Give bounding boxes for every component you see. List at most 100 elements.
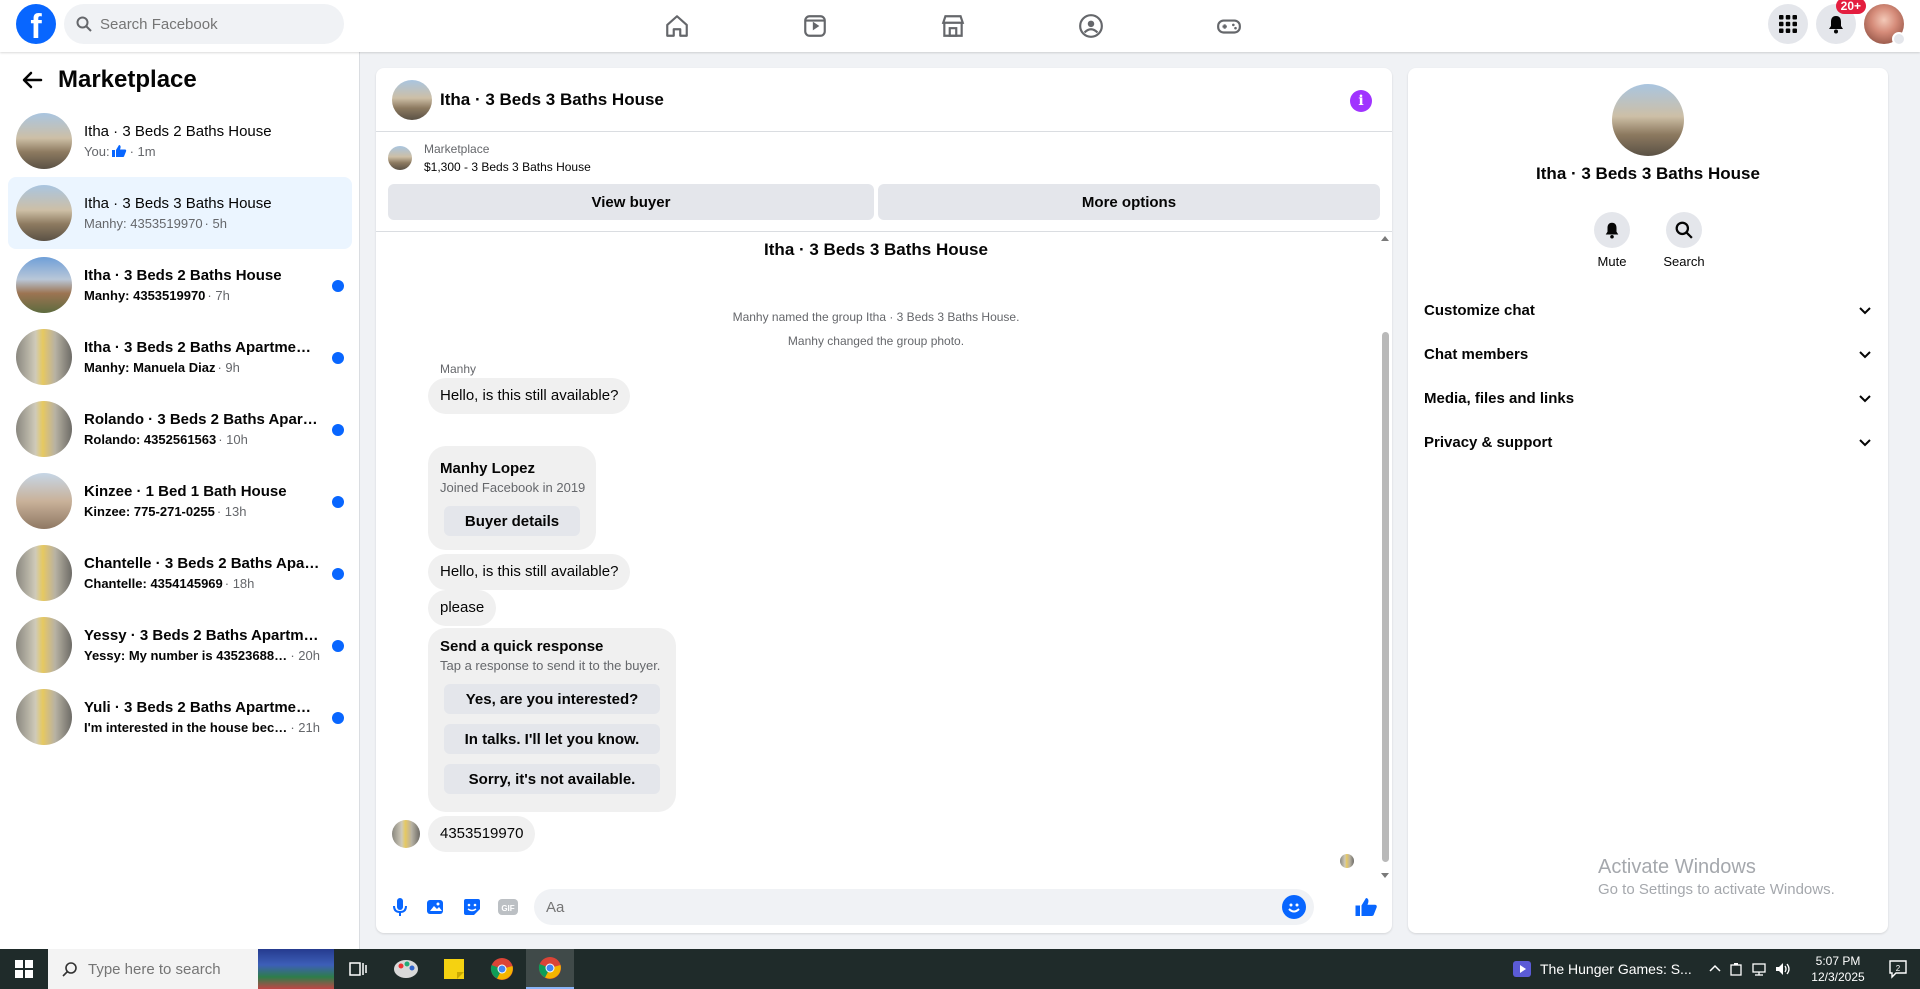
buyer-details-button[interactable]: Buyer details	[444, 506, 580, 536]
taskbar-app-chrome-active[interactable]	[526, 949, 574, 989]
buyer-name: Manhy Lopez	[440, 460, 536, 477]
video-icon	[1513, 961, 1531, 977]
quick-response-option[interactable]: In talks. I'll let you know.	[444, 724, 660, 754]
back-button[interactable]	[16, 64, 48, 96]
attach-photo-button[interactable]	[418, 889, 454, 925]
taskbar-app-paint[interactable]	[382, 949, 430, 989]
message-bubble[interactable]: 4353519970	[428, 816, 536, 852]
taskbar-clock[interactable]: 5:07 PM 12/3/2025	[1802, 953, 1874, 985]
taskbar-search[interactable]	[48, 949, 258, 989]
conversation-item[interactable]: Itha · 3 Beds 2 Baths House Manhy: 43535…	[8, 249, 352, 321]
section-label: Customize chat	[1424, 301, 1535, 319]
taskbar-app-chrome[interactable]	[478, 949, 526, 989]
taskbar-search-input[interactable]	[88, 960, 248, 978]
emoji-icon[interactable]	[1282, 895, 1306, 919]
conversation-avatar	[16, 185, 72, 241]
info-icon[interactable]: i	[1350, 90, 1372, 112]
nav-home[interactable]	[608, 0, 746, 52]
conversation-preview: Yessy: My number is 4352368809... · 20h	[84, 648, 320, 663]
chevron-down-icon	[1859, 307, 1871, 315]
message-scrollbar[interactable]	[1380, 232, 1390, 882]
chat-title[interactable]: Itha · 3 Beds 3 Baths House	[440, 90, 664, 110]
conversation-preview: Manhy: Manuela Diaz · 9h	[84, 360, 320, 375]
group-avatar[interactable]	[1612, 84, 1684, 156]
send-like-button[interactable]	[1348, 889, 1384, 925]
conversation-preview: You: · 1m	[84, 144, 320, 159]
mute-button[interactable]: Mute	[1582, 212, 1642, 269]
battery-icon[interactable]	[1728, 961, 1744, 977]
conversation-avatar	[16, 113, 72, 169]
quick-response-option[interactable]: Yes, are you interested?	[444, 684, 660, 714]
network-icon[interactable]	[1750, 961, 1768, 977]
conversation-item[interactable]: Itha · 3 Beds 3 Baths House Manhy: 43535…	[8, 177, 352, 249]
volume-icon[interactable]	[1774, 961, 1792, 977]
profile-avatar[interactable]	[1864, 4, 1906, 46]
message-bubble[interactable]: Hello, is this still available?	[428, 554, 631, 590]
message-input[interactable]	[534, 889, 1234, 925]
svg-text:2: 2	[1896, 964, 1901, 973]
system-message: Manhy changed the group photo.	[787, 334, 965, 348]
facebook-logo[interactable]: f	[16, 4, 56, 44]
nav-gaming[interactable]	[1160, 0, 1298, 52]
taskbar-media-widget[interactable]: The Hunger Games: S...	[1512, 949, 1692, 989]
section-customize-chat[interactable]: Customize chat	[1424, 288, 1872, 332]
scroll-down-arrow-icon[interactable]	[1381, 873, 1389, 878]
taskbar-app-sticky-notes[interactable]	[430, 949, 478, 989]
conversation-item[interactable]: Chantelle · 3 Beds 2 Baths Apart... Chan…	[8, 537, 352, 609]
view-buyer-button[interactable]: View buyer	[388, 184, 874, 220]
search-input[interactable]	[100, 15, 320, 33]
sticker-icon	[464, 899, 480, 915]
conversation-item[interactable]: Yuli · 3 Beds 2 Baths Apartment/... I'm …	[8, 681, 352, 753]
listing-source: Marketplace	[424, 142, 490, 156]
search-highlight-image[interactable]	[258, 949, 334, 989]
start-button[interactable]	[0, 949, 48, 989]
section-media-files-links[interactable]: Media, files and links	[1424, 376, 1872, 420]
nav-groups[interactable]	[1022, 0, 1160, 52]
conversation-time: · 18h	[224, 576, 255, 591]
gif-button[interactable]: GIF	[490, 889, 526, 925]
sticker-button[interactable]	[454, 889, 490, 925]
chevron-down-icon[interactable]	[1892, 32, 1906, 46]
task-view-button[interactable]	[334, 949, 382, 989]
conversation-item[interactable]: Kinzee · 1 Bed 1 Bath House Kinzee: 775-…	[8, 465, 352, 537]
message-bubble[interactable]: Hello, is this still available?	[428, 378, 631, 414]
search-in-chat-button[interactable]: Search	[1654, 212, 1714, 269]
section-privacy-support[interactable]: Privacy & support	[1424, 420, 1872, 464]
svg-text:GIF: GIF	[501, 904, 514, 913]
chat-avatar[interactable]	[392, 79, 432, 120]
conversation-item[interactable]: Itha · 3 Beds 2 Baths Apartment/... Manh…	[8, 321, 352, 393]
scroll-up-arrow-icon[interactable]	[1381, 236, 1389, 241]
menu-button[interactable]	[1768, 4, 1808, 44]
notification-badge: 20+	[1835, 0, 1866, 14]
nav-marketplace[interactable]	[884, 0, 1022, 52]
message-bubble[interactable]: please	[428, 590, 497, 626]
conversation-preview: Kinzee: 775-271-0255 · 13h	[84, 504, 320, 519]
section-chat-members[interactable]: Chat members	[1424, 332, 1872, 376]
action-center-button[interactable]: 2	[1888, 959, 1908, 984]
thumbs-up-icon	[1355, 898, 1377, 916]
more-options-button[interactable]: More options	[878, 184, 1380, 220]
scrollbar-thumb[interactable]	[1382, 332, 1389, 862]
search-icon	[1675, 221, 1693, 239]
search-box[interactable]	[64, 4, 344, 44]
conversation-avatar	[16, 617, 72, 673]
top-nav-bar: f 20+	[0, 0, 1920, 52]
notifications-button[interactable]: 20+	[1816, 0, 1866, 44]
conversation-item[interactable]: Yessy · 3 Beds 2 Baths Apartmen... Yessy…	[8, 609, 352, 681]
quick-response-option[interactable]: Sorry, it's not available.	[444, 764, 660, 794]
unread-dot	[332, 496, 344, 508]
listing-price[interactable]: $1,300 - 3 Beds 3 Baths House	[424, 160, 591, 174]
conversation-item[interactable]: Itha · 3 Beds 2 Baths House You: · 1m	[8, 105, 352, 177]
system-tray	[1708, 949, 1792, 989]
message-input-wrapper	[534, 889, 1314, 925]
conversation-title: Kinzee · 1 Bed 1 Bath House	[84, 483, 287, 500]
chevron-up-icon[interactable]	[1708, 962, 1722, 976]
voice-clip-button[interactable]	[382, 889, 418, 925]
nav-video[interactable]	[746, 0, 884, 52]
clock-date: 12/3/2025	[1811, 970, 1865, 984]
conversation-time: · 7h	[207, 288, 230, 303]
video-icon	[804, 15, 826, 37]
listing-thumbnail	[388, 146, 412, 170]
conversation-item[interactable]: Rolando · 3 Beds 2 Baths Apartm... Rolan…	[8, 393, 352, 465]
clock-time: 5:07 PM	[1815, 954, 1861, 968]
